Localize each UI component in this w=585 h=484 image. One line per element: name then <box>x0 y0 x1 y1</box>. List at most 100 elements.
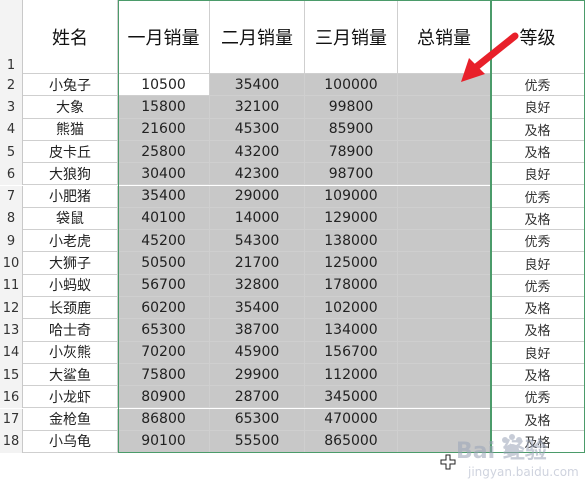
total-cell[interactable] <box>398 96 491 119</box>
name-cell[interactable]: 大狼狗 <box>23 163 118 186</box>
name-cell[interactable]: 皮卡丘 <box>23 140 118 164</box>
grade-cell[interactable]: 优秀 <box>491 230 585 253</box>
mar-cell[interactable]: 129000 <box>305 207 398 231</box>
row-header-1[interactable]: 1 <box>0 0 23 74</box>
mar-cell[interactable]: 85900 <box>305 118 398 141</box>
name-cell[interactable]: 长颈鹿 <box>23 297 118 320</box>
name-cell[interactable]: 小肥猪 <box>23 185 118 208</box>
jan-cell[interactable]: 35400 <box>118 185 210 208</box>
total-cell[interactable] <box>398 297 491 320</box>
name-cell[interactable]: 小龙虾 <box>23 386 118 409</box>
name-cell[interactable]: 哈士奇 <box>23 319 118 342</box>
row-header[interactable]: 3 <box>0 96 23 119</box>
mar-cell[interactable]: 470000 <box>305 408 398 431</box>
feb-cell[interactable]: 43200 <box>210 140 305 164</box>
grade-cell[interactable]: 及格 <box>491 319 585 342</box>
grade-cell[interactable]: 良好 <box>491 96 585 119</box>
feb-cell[interactable]: 54300 <box>210 230 305 253</box>
total-cell[interactable] <box>398 230 491 253</box>
grade-cell[interactable]: 及格 <box>491 297 585 320</box>
name-cell[interactable]: 小乌龟 <box>23 430 118 454</box>
feb-cell[interactable]: 38700 <box>210 319 305 342</box>
mar-cell[interactable]: 109000 <box>305 185 398 208</box>
feb-cell[interactable]: 42300 <box>210 163 305 186</box>
mar-cell[interactable]: 865000 <box>305 430 398 454</box>
feb-cell[interactable]: 21700 <box>210 252 305 275</box>
feb-cell[interactable]: 32100 <box>210 96 305 119</box>
grade-cell[interactable]: 及格 <box>491 207 585 231</box>
mar-cell[interactable]: 78900 <box>305 140 398 164</box>
mar-cell[interactable]: 178000 <box>305 274 398 297</box>
jan-cell[interactable]: 65300 <box>118 319 210 342</box>
total-cell[interactable] <box>398 118 491 141</box>
total-cell[interactable] <box>398 274 491 297</box>
jan-cell[interactable]: 45200 <box>118 230 210 253</box>
total-cell[interactable] <box>398 207 491 231</box>
feb-cell[interactable]: 35400 <box>210 297 305 320</box>
row-header[interactable]: 5 <box>0 140 23 164</box>
header-name[interactable]: 姓名 <box>23 0 118 74</box>
jan-cell[interactable]: 25800 <box>118 140 210 164</box>
header-mar[interactable]: 三月销量 <box>305 0 398 74</box>
feb-cell[interactable]: 45300 <box>210 118 305 141</box>
grade-cell[interactable]: 良好 <box>491 252 585 275</box>
jan-cell[interactable]: 60200 <box>118 297 210 320</box>
jan-cell[interactable]: 90100 <box>118 430 210 454</box>
jan-cell[interactable]: 70200 <box>118 341 210 364</box>
row-header[interactable]: 18 <box>0 430 23 454</box>
feb-cell[interactable]: 55500 <box>210 430 305 454</box>
mar-cell[interactable]: 125000 <box>305 252 398 275</box>
jan-cell[interactable]: 30400 <box>118 163 210 186</box>
total-cell[interactable] <box>398 363 491 387</box>
name-cell[interactable]: 小蚂蚁 <box>23 274 118 297</box>
name-cell[interactable]: 小灰熊 <box>23 341 118 364</box>
feb-cell[interactable]: 35400 <box>210 74 305 97</box>
mar-cell[interactable]: 156700 <box>305 341 398 364</box>
jan-cell[interactable]: 21600 <box>118 118 210 141</box>
jan-cell[interactable]: 40100 <box>118 207 210 231</box>
grade-cell[interactable]: 优秀 <box>491 274 585 297</box>
header-jan[interactable]: 一月销量 <box>118 0 210 74</box>
row-header[interactable]: 4 <box>0 118 23 141</box>
jan-cell[interactable]: 50500 <box>118 252 210 275</box>
grade-cell[interactable]: 良好 <box>491 163 585 186</box>
total-cell[interactable] <box>398 319 491 342</box>
total-cell[interactable] <box>398 386 491 409</box>
mar-cell[interactable]: 112000 <box>305 363 398 387</box>
row-header[interactable]: 15 <box>0 363 23 387</box>
mar-cell[interactable]: 345000 <box>305 386 398 409</box>
total-cell[interactable] <box>398 341 491 364</box>
mar-cell[interactable]: 98700 <box>305 163 398 186</box>
grade-cell[interactable]: 及格 <box>491 118 585 141</box>
grade-cell[interactable]: 及格 <box>491 363 585 387</box>
name-cell[interactable]: 金枪鱼 <box>23 408 118 431</box>
jan-cell[interactable]: 15800 <box>118 96 210 119</box>
row-header[interactable]: 10 <box>0 252 23 275</box>
grade-cell[interactable]: 优秀 <box>491 185 585 208</box>
total-cell[interactable] <box>398 163 491 186</box>
jan-cell[interactable]: 75800 <box>118 363 210 387</box>
mar-cell[interactable]: 138000 <box>305 230 398 253</box>
row-header[interactable]: 16 <box>0 386 23 409</box>
jan-cell[interactable]: 56700 <box>118 274 210 297</box>
row-header[interactable]: 7 <box>0 185 23 208</box>
feb-cell[interactable]: 45900 <box>210 341 305 364</box>
row-header[interactable]: 2 <box>0 74 23 97</box>
total-cell[interactable] <box>398 252 491 275</box>
name-cell[interactable]: 小兔子 <box>23 74 118 97</box>
mar-cell[interactable]: 134000 <box>305 319 398 342</box>
mar-cell[interactable]: 99800 <box>305 96 398 119</box>
feb-cell[interactable]: 29000 <box>210 185 305 208</box>
grade-cell[interactable]: 及格 <box>491 140 585 164</box>
jan-cell[interactable]: 80900 <box>118 386 210 409</box>
mar-cell[interactable]: 100000 <box>305 74 398 97</box>
row-header[interactable]: 8 <box>0 207 23 231</box>
jan-cell[interactable]: 10500 <box>118 74 210 97</box>
row-header[interactable]: 6 <box>0 163 23 186</box>
row-header[interactable]: 17 <box>0 408 23 431</box>
feb-cell[interactable]: 14000 <box>210 207 305 231</box>
row-header[interactable]: 12 <box>0 297 23 320</box>
row-header[interactable]: 14 <box>0 341 23 364</box>
grade-cell[interactable]: 优秀 <box>491 386 585 409</box>
total-cell[interactable] <box>398 140 491 164</box>
